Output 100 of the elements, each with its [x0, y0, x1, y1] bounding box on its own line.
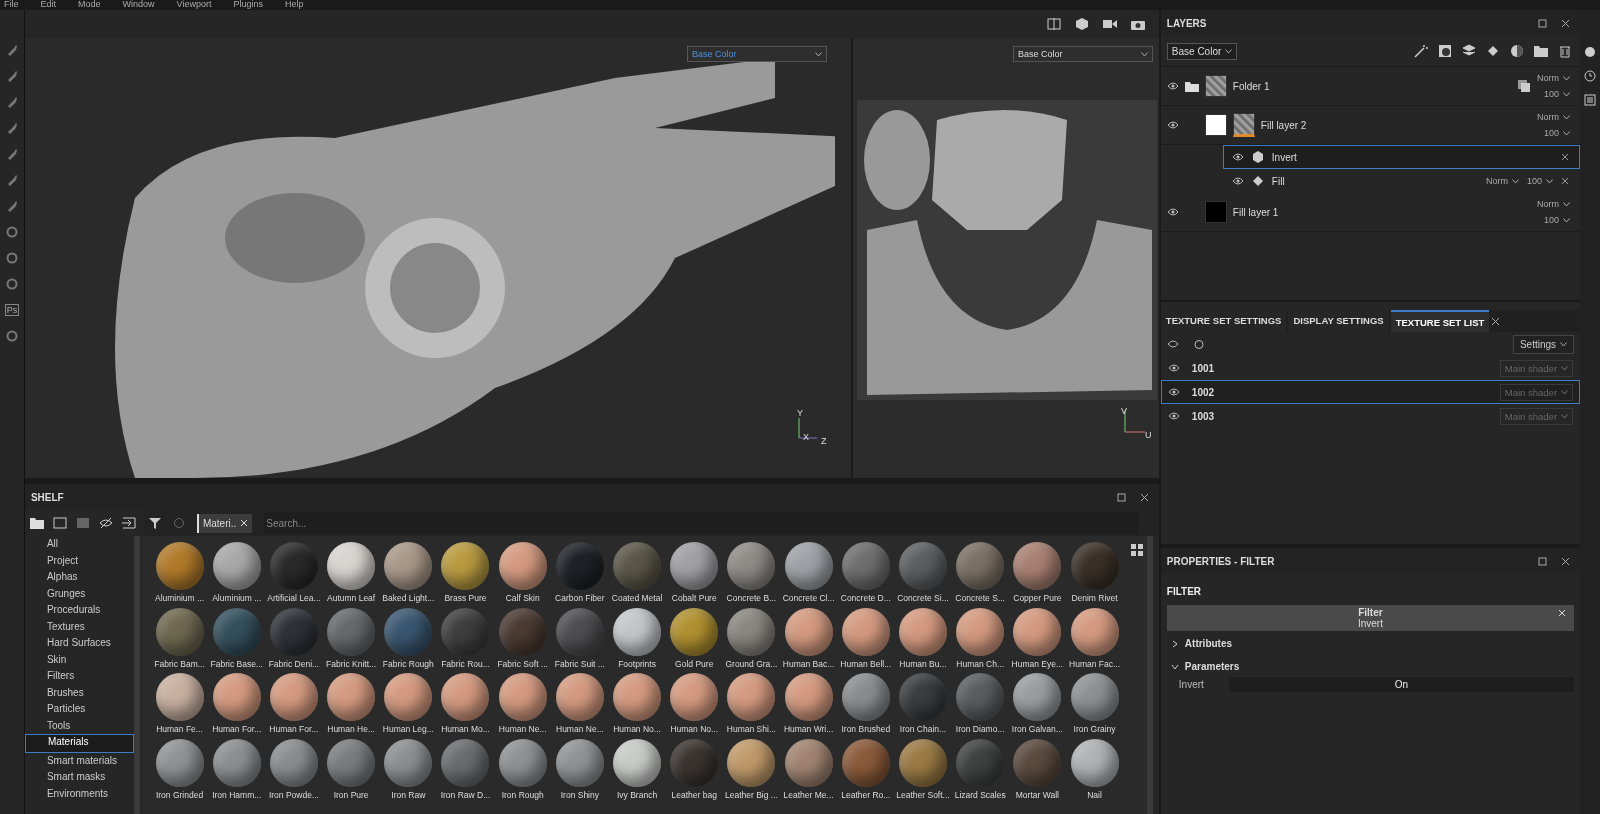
search-field[interactable]: Search...	[264, 512, 1139, 534]
category-item[interactable]: Tools	[24, 717, 134, 734]
material-thumbnail[interactable]	[212, 673, 261, 721]
category-item[interactable]: Smart masks	[24, 769, 134, 786]
material-thumbnail[interactable]	[441, 673, 490, 721]
material-thumbnail[interactable]	[727, 542, 776, 590]
material-thumbnail[interactable]	[327, 673, 376, 721]
menu-item[interactable]: Help	[284, 0, 304, 10]
texture-set-name[interactable]: 1003	[1191, 410, 1215, 422]
filter-tag[interactable]: Materi..	[196, 513, 253, 533]
camera-icon[interactable]	[1130, 18, 1145, 30]
category-item[interactable]: Materials	[24, 734, 134, 753]
folder-add-icon[interactable]	[1534, 44, 1549, 58]
menu-item[interactable]: Mode	[78, 0, 101, 10]
filter-icon[interactable]	[148, 517, 161, 529]
material-thumbnail[interactable]	[727, 673, 776, 721]
close-icon[interactable]	[1491, 316, 1501, 326]
category-item[interactable]: Filters	[24, 668, 134, 685]
material-thumbnail[interactable]	[555, 542, 604, 590]
group-header[interactable]: Parameters	[1184, 661, 1240, 672]
effect-name[interactable]: Invert	[1271, 151, 1297, 163]
material-thumbnail[interactable]	[1070, 542, 1119, 590]
layer-name[interactable]: Fill layer 1	[1232, 206, 1279, 218]
material-thumbnail[interactable]	[498, 673, 547, 721]
material-thumbnail[interactable]	[212, 542, 261, 590]
menu-item[interactable]: Plugins	[233, 0, 263, 10]
opacity-dropdown[interactable]: 100	[1544, 215, 1571, 225]
blend-mode-dropdown[interactable]: Norm	[1537, 112, 1571, 122]
eye-icon[interactable]	[1167, 412, 1180, 420]
category-item[interactable]: All	[24, 536, 134, 553]
half-circle-icon[interactable]	[1510, 44, 1525, 58]
material-thumbnail[interactable]	[899, 607, 947, 656]
chevron-icon[interactable]	[1170, 639, 1179, 648]
settings-dropdown[interactable]: Settings	[1512, 334, 1575, 354]
material-thumbnail[interactable]	[841, 673, 890, 721]
material-thumbnail[interactable]	[269, 673, 318, 721]
material-thumbnail[interactable]	[670, 673, 719, 721]
eye-icon[interactable]	[1167, 364, 1180, 372]
close-icon[interactable]	[1561, 177, 1570, 185]
blend-mode-dropdown[interactable]: Norm	[1537, 199, 1571, 209]
eye-icon[interactable]	[1166, 208, 1179, 216]
material-thumbnail[interactable]	[956, 673, 1005, 721]
material-thumbnail[interactable]	[555, 673, 604, 721]
eye-icon[interactable]	[1167, 388, 1180, 396]
undock-icon[interactable]	[1538, 556, 1548, 566]
eye-refresh-icon[interactable]	[1166, 339, 1179, 349]
menu-item[interactable]: Viewport	[176, 0, 212, 10]
material-thumbnail[interactable]	[155, 673, 204, 721]
material-thumbnail[interactable]	[155, 542, 204, 590]
material-thumbnail[interactable]	[784, 673, 833, 721]
trash-icon[interactable]	[1558, 44, 1573, 58]
texture-set-name[interactable]: 1002	[1191, 386, 1215, 398]
opacity-dropdown[interactable]: 100	[1544, 89, 1571, 99]
clock-icon[interactable]	[1584, 70, 1597, 82]
video-camera-icon[interactable]	[1102, 18, 1117, 30]
material-thumbnail[interactable]	[784, 542, 833, 590]
material-thumbnail[interactable]	[613, 542, 662, 590]
panel-tab[interactable]: DISPLAY SETTINGS	[1288, 310, 1389, 332]
layer-stack-icon[interactable]	[1462, 44, 1477, 58]
split-view-icon[interactable]	[1046, 18, 1061, 30]
channel-dropdown[interactable]: Base Color	[1012, 46, 1153, 62]
close-icon[interactable]	[1561, 556, 1571, 566]
undock-icon[interactable]	[1116, 492, 1126, 502]
import-icon[interactable]	[121, 517, 136, 529]
grid-view-icon[interactable]	[1130, 544, 1143, 556]
eye-icon[interactable]	[1231, 177, 1244, 185]
blend-mode-dropdown[interactable]: Norm	[1537, 73, 1571, 83]
category-item[interactable]: Smart materials	[24, 752, 134, 769]
category-item[interactable]: Project	[24, 552, 134, 569]
category-item[interactable]: Grunges	[24, 585, 134, 602]
category-item[interactable]: Particles	[24, 701, 134, 718]
material-thumbnail[interactable]	[384, 542, 433, 590]
panel-tab[interactable]: TEXTURE SET LIST	[1390, 310, 1490, 332]
folder-icon[interactable]	[29, 517, 44, 529]
category-item[interactable]: Hard Surfaces	[24, 635, 134, 652]
wand-icon[interactable]	[1414, 44, 1429, 58]
material-thumbnail[interactable]	[899, 542, 947, 590]
opacity-dropdown[interactable]: 100	[1544, 128, 1571, 138]
texture-set-name[interactable]: 1001	[1191, 362, 1215, 374]
opacity-dropdown[interactable]: 100	[1527, 176, 1554, 186]
close-icon[interactable]	[1561, 18, 1571, 28]
close-icon[interactable]	[1139, 492, 1149, 502]
category-item[interactable]: Alphas	[24, 569, 134, 586]
menu-item[interactable]: Window	[122, 0, 155, 10]
hidden-icon[interactable]	[98, 517, 113, 529]
material-thumbnail[interactable]	[613, 673, 662, 721]
mask-icon[interactable]	[1438, 44, 1453, 58]
photoshop-export-button[interactable]: Ps	[4, 304, 20, 316]
material-thumbnail[interactable]	[956, 542, 1005, 590]
material-thumbnail[interactable]	[1013, 673, 1062, 721]
list-icon[interactable]	[1584, 94, 1597, 106]
category-item[interactable]: Procedurals	[24, 602, 134, 619]
material-thumbnail[interactable]	[670, 542, 719, 590]
material-thumbnail[interactable]	[384, 673, 433, 721]
blend-mode-dropdown[interactable]: Norm	[1486, 176, 1519, 186]
material-thumbnail[interactable]	[1013, 542, 1062, 590]
menu-item[interactable]: File	[4, 0, 19, 10]
material-thumbnail[interactable]	[269, 542, 318, 590]
filter-selector[interactable]: Filter Invert	[1166, 605, 1575, 631]
material-thumbnail[interactable]	[441, 542, 490, 590]
